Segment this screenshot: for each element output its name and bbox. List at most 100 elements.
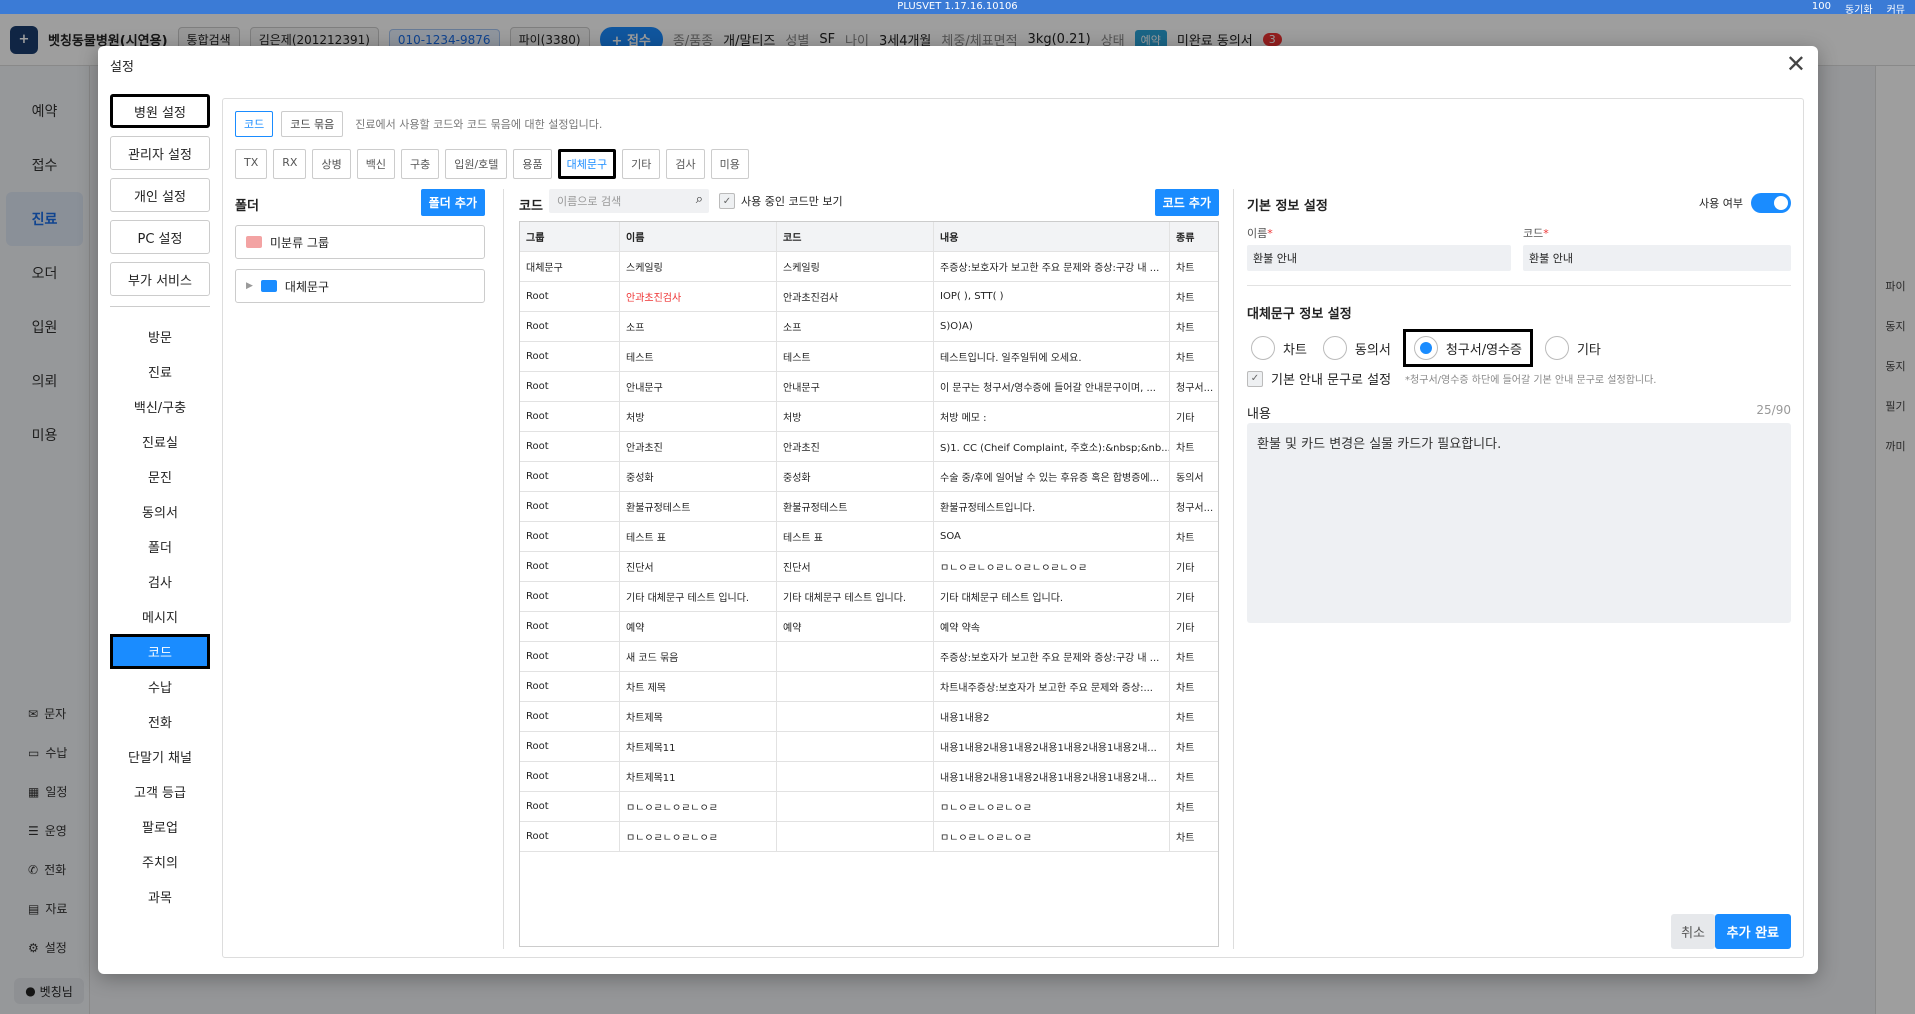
subitem-folder[interactable]: 폴더 (110, 529, 210, 564)
table-row[interactable]: Root 차트제목 내용1내용2 차트 (520, 702, 1218, 732)
table-row[interactable]: Root 진단서 진단서 ㅁㄴㅇㄹㄴㅇㄹㄴㅇㄹㄴㅇㄹㄴㅇㄹ 기타 (520, 552, 1218, 582)
table-cell: Root (520, 492, 620, 521)
subitem-followup[interactable]: 팔로업 (110, 809, 210, 844)
table-row[interactable]: Root 테스트 표 테스트 표 SOA 차트 (520, 522, 1218, 552)
only-active-toggle[interactable]: ✓ 사용 중인 코드만 보기 (719, 193, 843, 209)
cancel-button[interactable]: 취소 (1671, 914, 1715, 949)
subitem-vet[interactable]: 주치의 (110, 844, 210, 879)
table-row[interactable]: Root 중성화 중성화 수술 중/후에 일어날 수 있는 후유증 혹은 합병증에..… (520, 462, 1218, 492)
tab-code-bundle[interactable]: 코드 묶음 (281, 111, 344, 137)
subitem-vaccine[interactable]: 백신/구충 (110, 389, 210, 424)
subitem-phone[interactable]: 전화 (110, 704, 210, 739)
folder-item[interactable]: ▶ 대체문구 (235, 269, 485, 303)
table-row[interactable]: Root ㅁㄴㅇㄹㄴㅇㄹㄴㅇㄹ ㅁㄴㅇㄹㄴㅇㄹㄴㅇㄹ 차트 (520, 822, 1218, 852)
content-textarea[interactable]: 환불 및 카드 변경은 실물 카드가 필요합니다. (1247, 423, 1791, 623)
subitem-test[interactable]: 검사 (110, 564, 210, 599)
code-category-etc[interactable]: 기타 (622, 149, 661, 179)
code-category-disease[interactable]: 상병 (312, 149, 351, 179)
subitem-treatment[interactable]: 진료 (110, 354, 210, 389)
category-hospital[interactable]: 병원 설정 (110, 94, 210, 128)
subitem-payment[interactable]: 수납 (110, 669, 210, 704)
radio-circle[interactable] (1544, 336, 1569, 360)
add-code-button[interactable]: 코드 추가 (1154, 189, 1219, 216)
table-row[interactable]: Root 기타 대체문구 테스트 입니다. 기타 대체문구 테스트 입니다. 기타 대… (520, 582, 1218, 612)
code-category-test[interactable]: 검사 (666, 149, 705, 179)
default-phrase-option[interactable]: ✓ 기본 안내 문구로 설정 *청구서/영수증 하단에 들어갈 기본 안내 문구… (1247, 369, 1656, 388)
code-category-tx[interactable]: TX (235, 149, 268, 179)
table-cell: 동의서 (1176, 473, 1204, 484)
subitem-visit[interactable]: 방문 (110, 319, 210, 354)
table-cell (777, 732, 934, 761)
check-icon[interactable]: ✓ (1247, 370, 1263, 387)
table-row[interactable]: Root 안내문구 안내문구 이 문구는 청구서/영수증에 들어갈 안내문구이며, .… (520, 372, 1218, 402)
table-row[interactable]: 대체문구 스케일링 스케일링 주증상:보호자가 보고한 주요 문제와 증상:구강 내 … (520, 252, 1218, 282)
search-icon[interactable]: ⌕ (696, 192, 703, 207)
code-search-input[interactable]: 이름으로 검색 ⌕ (549, 189, 709, 213)
category-pc[interactable]: PC 설정 (110, 220, 210, 254)
table-cell: 처방 (620, 402, 777, 431)
radio-consent[interactable]: 동의서 (1319, 334, 1395, 362)
subitem-terminal[interactable]: 단말기 채널 (110, 739, 210, 774)
table-row[interactable]: Root 테스트 테스트 테스트입니다. 일주일뒤에 오세요. 차트 (520, 342, 1218, 372)
table-cell: 안과초진 (777, 432, 934, 461)
subitem-code[interactable]: 코드 (110, 634, 210, 669)
table-row[interactable]: Root 처방 처방 처방 메모 : 기타 (520, 402, 1218, 432)
subitem-message[interactable]: 메시지 (110, 599, 210, 634)
table-cell: 차트 제목 (620, 672, 777, 701)
category-personal[interactable]: 개인 설정 (110, 178, 210, 212)
table-row[interactable]: Root 예약 예약 예약 약속 기타 (520, 612, 1218, 642)
table-cell: Root (520, 672, 620, 701)
code-category-hotel[interactable]: 입원/호텔 (445, 149, 508, 179)
table-row[interactable]: Root 새 코드 묶음 주증상:보호자가 보고한 주요 문제와 증상:구강 내 .… (520, 642, 1218, 672)
subitem-subject[interactable]: 과목 (110, 879, 210, 914)
radio-etc[interactable]: 기타 (1541, 334, 1605, 362)
category-admin[interactable]: 관리자 설정 (110, 136, 210, 170)
table-cell: IOP( ), STT( ) (934, 282, 1170, 311)
table-cell: 차트 (1176, 353, 1195, 364)
table-row[interactable]: Root ㅁㄴㅇㄹㄴㅇㄹㄴㅇㄹ ㅁㄴㅇㄹㄴㅇㄹㄴㅇㄹ 차트 (520, 792, 1218, 822)
folder-item[interactable]: 미분류 그룹 (235, 225, 485, 259)
table-row[interactable]: Root 환불규정테스트 환불규정테스트 환불규정테스트입니다. 청구서... (520, 492, 1218, 522)
table-cell: Root (520, 282, 620, 311)
table-cell: 차트 (1176, 323, 1195, 334)
table-cell: Root (520, 522, 620, 551)
table-cell: 차트 (1176, 803, 1195, 814)
use-toggle[interactable] (1751, 193, 1791, 213)
radio-circle[interactable] (1322, 336, 1347, 360)
radio-invoice[interactable]: 청구서/영수증 (1402, 329, 1533, 367)
radio-circle[interactable] (1413, 336, 1438, 360)
code-category-vaccine[interactable]: 백신 (356, 149, 395, 179)
code-category-supplies[interactable]: 용품 (513, 149, 552, 179)
table-cell (777, 762, 934, 791)
check-icon[interactable]: ✓ (719, 193, 735, 209)
close-icon[interactable]: ✕ (1786, 50, 1806, 78)
table-cell: 안내문구 (777, 372, 934, 401)
use-label: 사용 여부 (1699, 197, 1743, 210)
subitem-questionnaire[interactable]: 문진 (110, 459, 210, 494)
code-category-phrase[interactable]: 대체문구 (557, 149, 617, 179)
code-category-grooming[interactable]: 미용 (710, 149, 749, 179)
name-input[interactable]: 환불 안내 (1247, 245, 1511, 271)
table-row[interactable]: Root 차트 제목 차트내주증상:보호자가 보고한 주요 문제와 증상:... 차트 (520, 672, 1218, 702)
table-row[interactable]: Root 차트제목11 내용1내용2내용1내용2내용1내용2내용1내용2내... 차트 (520, 732, 1218, 762)
category-addon[interactable]: 부가 서비스 (110, 262, 210, 296)
code-category-rx[interactable]: RX (273, 149, 307, 179)
radio-circle[interactable] (1251, 336, 1275, 360)
table-row[interactable]: Root 소프 소프 S)O)A) 차트 (520, 312, 1218, 342)
code-category-deworm[interactable]: 구충 (400, 149, 440, 179)
table-cell: Root (520, 312, 620, 341)
add-folder-button[interactable]: 폴더 추가 (420, 189, 485, 216)
subitem-grade[interactable]: 고객 등급 (110, 774, 210, 809)
confirm-button[interactable]: 추가 완료 (1714, 914, 1791, 949)
table-row[interactable]: Root 안과초진검사 안과초진검사 IOP( ), STT( ) 차트 (520, 282, 1218, 312)
tab-code[interactable]: 코드 (235, 111, 274, 137)
table-row[interactable]: Root 안과초진 안과초진 S)1. CC (Cheif Complaint, 주호… (520, 432, 1218, 462)
settings-content: 코드 코드 묶음 진료에서 사용할 코드와 코드 묶음에 대한 설정입니다. T… (222, 98, 1804, 958)
subitem-consent[interactable]: 동의서 (110, 494, 210, 529)
sidebar-divider (110, 306, 210, 307)
table-row[interactable]: Root 차트제목11 내용1내용2내용1내용2내용1내용2내용1내용2내... 차트 (520, 762, 1218, 792)
subitem-room[interactable]: 진료실 (110, 424, 210, 459)
radio-chart[interactable]: 차트 (1247, 334, 1311, 362)
code-input[interactable]: 환불 안내 (1523, 245, 1791, 271)
table-cell: 테스트 표 (620, 522, 777, 551)
